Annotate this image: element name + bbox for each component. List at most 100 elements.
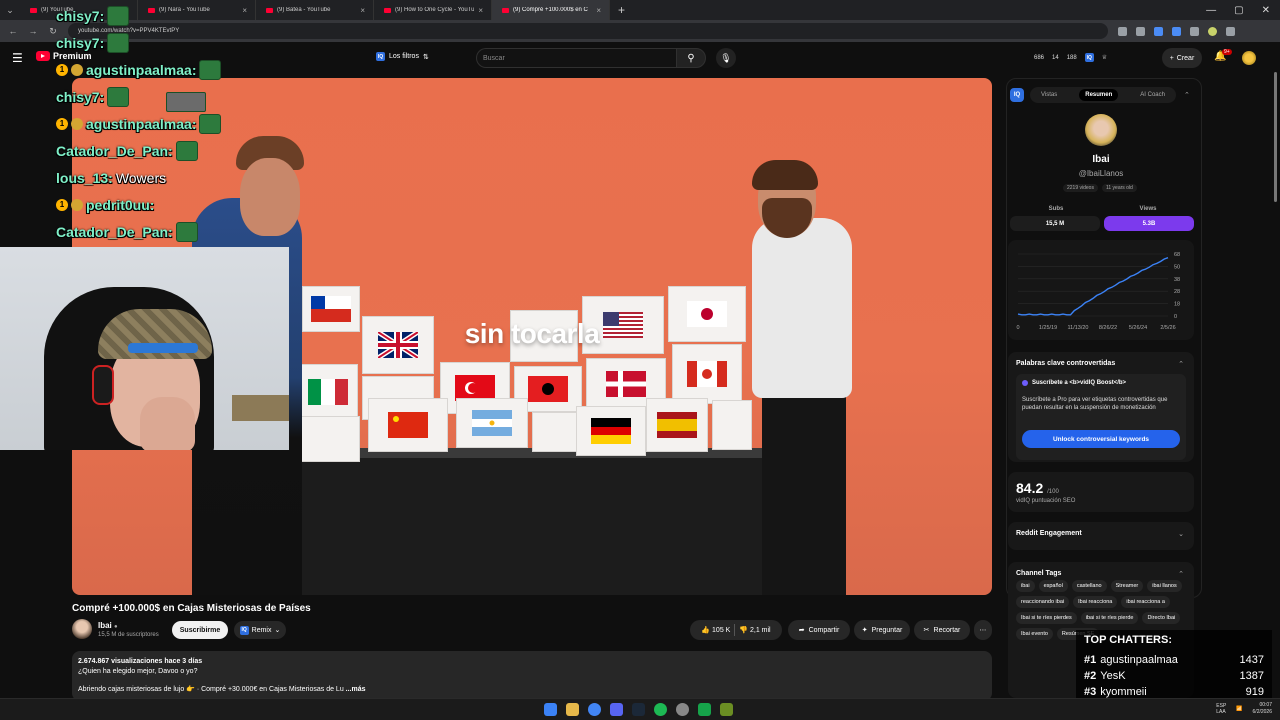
profile-avatar-icon[interactable] — [1208, 26, 1217, 36]
minecraft-icon[interactable] — [720, 703, 733, 716]
spotify-icon[interactable] — [654, 703, 667, 716]
subs-toggle[interactable]: 15,5 M — [1010, 216, 1100, 231]
chatter-row: #1 agustinpaalmaa 1437 — [1084, 652, 1264, 668]
steam-icon[interactable] — [632, 703, 645, 716]
unlock-keywords-button[interactable]: Unlock controversial keywords — [1022, 430, 1180, 448]
youtube-favicon-icon — [502, 7, 509, 13]
pill-videos: 2219 videos — [1063, 184, 1098, 192]
channel-tag[interactable]: español — [1038, 580, 1068, 592]
translate-extension-icon[interactable] — [1154, 26, 1163, 36]
channel-tag[interactable]: Ibai evento — [1016, 628, 1053, 640]
channel-tag[interactable]: castellano — [1071, 580, 1107, 592]
channel-tag[interactable]: ibai si te ríes pierde — [1080, 612, 1139, 624]
share-button[interactable]: ➦ Compartir — [788, 620, 850, 640]
start-menu-icon[interactable] — [544, 703, 557, 716]
webcam-overlay — [0, 247, 289, 450]
page-scrollbar[interactable] — [1272, 72, 1278, 212]
channel-tag[interactable]: ibai llanos — [1147, 580, 1182, 592]
close-tab-icon[interactable]: × — [596, 6, 601, 15]
like-dislike-group: 👍 105 K 👎 2,1 mil — [690, 620, 782, 640]
ask-button[interactable]: ✦ Preguntar — [854, 620, 910, 640]
scissors-icon: ✂ — [923, 627, 930, 634]
vidiq-extension-icon[interactable] — [1172, 26, 1181, 36]
chevron-up-icon[interactable]: ⌃ — [1184, 91, 1190, 99]
search-button[interactable]: ⚲ — [676, 48, 706, 68]
clock[interactable]: 00:07 6/2/2026 — [1253, 702, 1272, 716]
browser-tab-active[interactable]: (9) Compré +100.000$ en C × — [492, 0, 610, 20]
tab-search-icon[interactable]: ⌄ — [0, 5, 20, 16]
channel-tag[interactable]: ibai — [1016, 580, 1035, 592]
trophy-icon[interactable]: ♕ — [1102, 54, 1107, 61]
verified-icon: ● — [114, 624, 118, 630]
file-explorer-icon[interactable] — [566, 703, 579, 716]
subscribe-button[interactable]: Suscribirme — [172, 621, 228, 639]
y-tick-label: 0 — [1174, 314, 1177, 320]
menu-hamburger-icon[interactable]: ☰ — [12, 51, 23, 65]
tab-resumen[interactable]: Resumen — [1079, 89, 1119, 101]
chat-emote-icon — [199, 113, 222, 134]
browser-menu-icon[interactable] — [1226, 26, 1235, 36]
channel-name[interactable]: Ibai ● — [98, 621, 118, 630]
show-more-link[interactable]: ...más — [346, 686, 366, 693]
channel-tag[interactable]: Streamer — [1110, 580, 1144, 592]
views-toggle[interactable]: 5.3B — [1104, 216, 1194, 231]
channel-tag[interactable]: Ibai si te ríes pierdes — [1016, 612, 1077, 624]
account-avatar[interactable] — [1242, 51, 1256, 65]
clip-button[interactable]: ✂ Recortar — [914, 620, 970, 640]
window-controls: — ▢ ✕ — [1206, 0, 1280, 20]
channel-tag[interactable]: ibai reacciona a — [1121, 596, 1170, 608]
chevron-up-icon[interactable]: ⌃ — [1178, 570, 1184, 578]
chrome-icon[interactable] — [588, 703, 601, 716]
share-arrow-icon: ➦ — [798, 627, 805, 634]
new-tab-icon[interactable]: + — [618, 3, 625, 17]
channel-avatar[interactable] — [72, 619, 92, 639]
close-window-icon[interactable]: ✕ — [1262, 5, 1270, 16]
scrollbar-thumb[interactable] — [1274, 72, 1277, 202]
forward-icon[interactable]: → — [28, 26, 38, 36]
obs-icon[interactable] — [676, 703, 689, 716]
remix-button[interactable]: IQ Remix ⌄ — [234, 621, 286, 639]
discord-icon[interactable] — [610, 703, 623, 716]
microphone-icon: 🎙 — [720, 52, 732, 63]
create-button[interactable]: + Crear — [1162, 48, 1202, 68]
tab-ai-coach[interactable]: AI Coach — [1140, 92, 1165, 98]
wifi-icon[interactable]: 📶 — [1236, 706, 1242, 712]
seo-label: vidIQ puntuación SEO — [1016, 498, 1076, 504]
mystery-crate — [712, 400, 752, 450]
bookmark-star-icon[interactable] — [1136, 26, 1145, 36]
back-icon[interactable]: ← — [8, 26, 18, 36]
extensions-puzzle-icon[interactable] — [1190, 26, 1199, 36]
keyboard-language[interactable]: ESP LAA — [1216, 703, 1226, 715]
clip-label: Recortar — [933, 626, 961, 634]
more-actions-button[interactable]: ⋯ — [974, 620, 992, 640]
filters-button[interactable]: IQ Los filtros ⇅ — [376, 52, 429, 61]
chevron-up-icon[interactable]: ⌃ — [1178, 360, 1184, 368]
stat-value: 188 — [1066, 54, 1077, 61]
close-tab-icon[interactable]: × — [478, 6, 483, 15]
chat-message: Catador_De_Pan: — [56, 137, 256, 164]
kick-icon[interactable] — [698, 703, 711, 716]
browser-tab[interactable]: (9) How to One Cycle - YouTube × — [374, 0, 492, 20]
minimize-icon[interactable]: — — [1206, 5, 1216, 16]
chevron-down-icon[interactable]: ⌄ — [1178, 530, 1184, 538]
dislike-button[interactable]: 👎 2,1 mil — [739, 626, 770, 634]
channel-tag[interactable]: Directo Ibai — [1142, 612, 1181, 624]
channel-tag[interactable]: reaccionando ibai — [1016, 596, 1070, 608]
tab-vistas[interactable]: Vistas — [1041, 92, 1057, 98]
cast-icon[interactable] — [1118, 26, 1127, 36]
chatter-rank: #3 — [1084, 686, 1097, 698]
reddit-engagement-card[interactable]: Reddit Engagement ⌄ — [1008, 522, 1194, 550]
description-box[interactable]: 2.674.867 visualizaciones hace 3 días ¿Q… — [72, 651, 992, 701]
flag-china — [388, 412, 428, 438]
close-tab-icon[interactable]: × — [360, 6, 365, 15]
channel-tag[interactable]: Ibai reacciona — [1073, 596, 1118, 608]
browser-tab[interactable]: (9) Batea - YouTube × — [256, 0, 374, 20]
maximize-icon[interactable]: ▢ — [1234, 5, 1243, 16]
vidiq-icon[interactable]: IQ — [1084, 53, 1094, 62]
channel-subscribers: 15,5 M de suscriptores — [98, 632, 159, 638]
voice-search-button[interactable]: 🎙 — [716, 48, 736, 68]
seo-score-card: 84.2 /100 vidIQ puntuación SEO — [1008, 472, 1194, 512]
like-button[interactable]: 👍 105 K — [701, 626, 730, 634]
chat-text: Wowers — [115, 169, 167, 186]
search-input[interactable] — [476, 48, 676, 68]
